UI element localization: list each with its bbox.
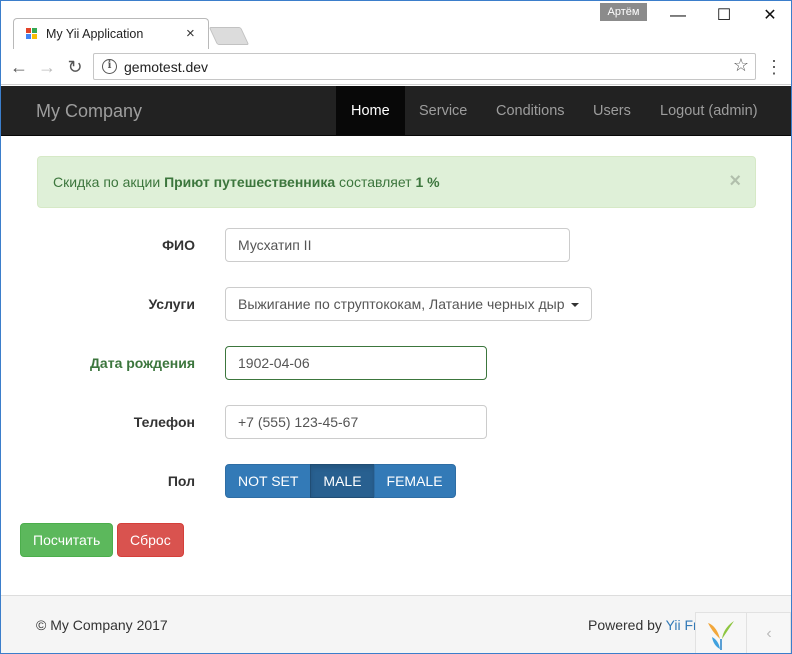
nav-item-home[interactable]: Home xyxy=(336,86,405,136)
tab-close-icon[interactable]: × xyxy=(186,25,195,42)
url-text[interactable]: gemotest.dev xyxy=(124,59,208,75)
alert-promo-name: Приют путешественника xyxy=(164,174,336,190)
browser-toolbar: ← → ↻ i gemotest.dev ☆ ⋮ xyxy=(1,49,791,85)
gender-option-male[interactable]: MALE xyxy=(310,464,375,498)
caret-down-icon xyxy=(571,303,579,307)
alert-discount-value: 1 % xyxy=(415,174,440,190)
browser-tab[interactable]: My Yii Application × xyxy=(13,18,209,49)
yii-favicon-icon xyxy=(26,28,38,40)
site-navbar: My Company Home Service Conditions Users… xyxy=(1,86,791,136)
nav-item-logout[interactable]: Logout (admin) xyxy=(645,86,773,136)
yii-debug-toolbar: ‹ xyxy=(695,612,791,653)
nav-item-service[interactable]: Service xyxy=(404,86,482,136)
fio-label: ФИО xyxy=(162,237,195,253)
alert-close-icon[interactable]: × xyxy=(729,170,741,193)
discount-alert: Скидка по акции Приют путешественника со… xyxy=(37,156,756,208)
bookmark-star-icon[interactable]: ☆ xyxy=(733,55,749,76)
gender-label: Пол xyxy=(167,473,195,489)
services-select[interactable]: Выжигание по струптококам, Латание черны… xyxy=(225,287,592,321)
user-profile-badge[interactable]: Артём xyxy=(600,3,647,21)
footer-copyright: © My Company 2017 xyxy=(36,617,168,633)
gender-toggle-group: NOT SET MALE FEMALE xyxy=(225,464,456,498)
gender-option-not-set[interactable]: NOT SET xyxy=(225,464,312,498)
nav-item-users[interactable]: Users xyxy=(578,86,646,136)
navbar-brand[interactable]: My Company xyxy=(36,101,142,122)
minimize-button[interactable]: — xyxy=(655,1,701,31)
nav-item-conditions[interactable]: Conditions xyxy=(481,86,580,136)
info-icon[interactable]: i xyxy=(102,59,117,74)
footer-powered-by: Powered by Yii Fr xyxy=(588,617,698,633)
fio-input[interactable]: Мусхатип II xyxy=(225,228,570,262)
gender-option-female[interactable]: FEMALE xyxy=(373,464,456,498)
reset-button[interactable]: Сброс xyxy=(117,523,184,557)
browser-window: My Yii Application × Артём — ☐ ✕ ← → ↻ i… xyxy=(0,0,792,654)
alert-message: Скидка по акции Приют путешественника со… xyxy=(53,174,440,190)
chevron-left-icon[interactable]: ‹ xyxy=(746,613,791,653)
phone-label: Телефон xyxy=(133,414,195,430)
services-label: Услуги xyxy=(148,296,195,312)
page-footer: © My Company 2017 Powered by Yii Fr xyxy=(1,595,791,653)
back-arrow-icon[interactable]: ← xyxy=(7,55,31,79)
tab-title: My Yii Application xyxy=(46,27,144,41)
yii-logo-icon[interactable] xyxy=(704,617,738,651)
alert-prefix: Скидка по акции xyxy=(53,174,165,190)
close-window-button[interactable]: ✕ xyxy=(747,1,791,31)
alert-middle: составляет xyxy=(335,174,416,190)
phone-input[interactable]: +7 (555) 123-45-67 xyxy=(225,405,487,439)
birthdate-label: Дата рождения xyxy=(89,355,195,371)
forward-arrow-icon[interactable]: → xyxy=(35,55,59,79)
reload-icon[interactable]: ↻ xyxy=(63,55,87,79)
maximize-button[interactable]: ☐ xyxy=(701,1,747,31)
address-bar[interactable]: i gemotest.dev ☆ xyxy=(93,53,756,80)
browser-menu-icon[interactable]: ⋮ xyxy=(765,55,783,79)
title-bar: My Yii Application × Артём — ☐ ✕ xyxy=(1,1,791,49)
powered-by-prefix: Powered by xyxy=(588,617,666,633)
yii-framework-link[interactable]: Yii Fr xyxy=(666,617,698,633)
birthdate-input[interactable]: 1902-04-06 xyxy=(225,346,487,380)
calculate-button[interactable]: Посчитать xyxy=(20,523,114,557)
services-selected-value: Выжигание по струптококам, Латание черны… xyxy=(238,296,565,312)
new-tab-button[interactable] xyxy=(208,27,250,45)
